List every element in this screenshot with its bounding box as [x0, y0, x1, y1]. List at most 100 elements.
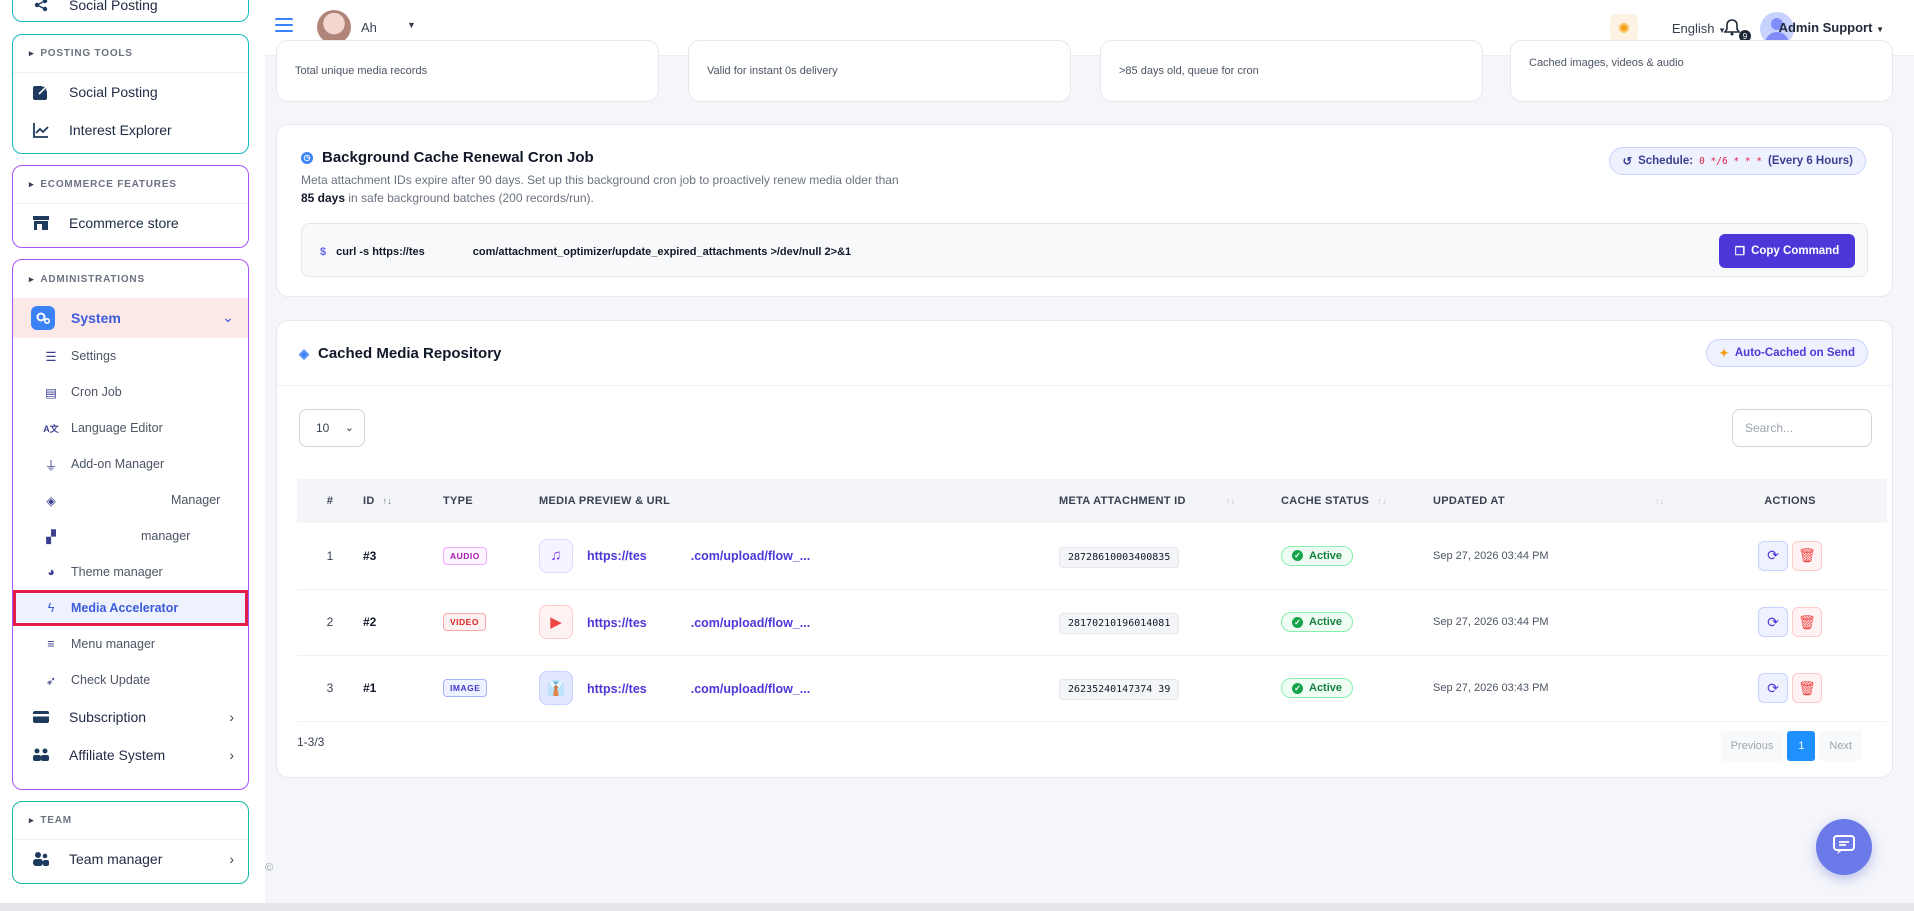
- clock-icon: ◷: [301, 151, 313, 164]
- stat-card-valid: Valid for instant 0s delivery: [688, 40, 1071, 102]
- user-name[interactable]: Ah: [361, 20, 377, 35]
- cron-command[interactable]: $ curl -s https://tes com/attachment_optim…: [320, 243, 851, 258]
- row-number: 1: [297, 523, 363, 590]
- col-cache-status[interactable]: CACHE STATUS ↑↓: [1281, 479, 1433, 523]
- type-badge: AUDIO: [443, 546, 487, 565]
- row-id: #1: [363, 655, 443, 722]
- sidebar-subitem-manager[interactable]: ◈ Manager: [13, 482, 248, 518]
- actions-cell: ⟳ 🗑: [1693, 589, 1887, 656]
- sidebar-item-team-manager[interactable]: Team manager ›: [13, 840, 248, 878]
- page-size-select[interactable]: 10 ⌄: [299, 409, 365, 447]
- status-badge: ✓ Active: [1281, 545, 1354, 566]
- updated-at: Sep 27, 2026 03:43 PM: [1433, 655, 1693, 722]
- repository-title: ◈ Cached Media Repository: [299, 345, 502, 362]
- layers-icon: ◈: [46, 493, 56, 508]
- cron-title: ◷ Background Cache Renewal Cron Job: [301, 149, 594, 166]
- sidebar-subitem-cron-job[interactable]: ▤ Cron Job: [13, 374, 248, 410]
- sidebar-item-social-posting-top[interactable]: Social Posting: [13, 0, 248, 17]
- bottom-strip: [0, 903, 1914, 911]
- redacted-text: [646, 548, 691, 561]
- check-circle-icon: ✓: [1292, 682, 1303, 694]
- sort-icon: ↑↓: [1654, 496, 1665, 506]
- sidebar-item-interest-explorer[interactable]: Interest Explorer: [13, 111, 248, 149]
- footer: ©: [265, 862, 274, 874]
- col-number[interactable]: #: [297, 479, 363, 523]
- dollar-icon: $: [320, 246, 327, 258]
- media-cell: 👔 https://tes .com/upload/flow_...: [539, 655, 1059, 722]
- delete-button[interactable]: 🗑: [1792, 607, 1822, 637]
- history-icon: ↺: [1622, 156, 1633, 168]
- triangle-icon: ▸: [29, 815, 35, 825]
- avatar[interactable]: [317, 10, 351, 44]
- delete-button[interactable]: 🗑: [1792, 540, 1822, 571]
- sidebar-subitem-manager-2[interactable]: ▞ manager: [13, 518, 248, 554]
- caret-down-icon[interactable]: ▼: [407, 20, 416, 30]
- meta-id-cell: 28170210196014081: [1059, 589, 1281, 656]
- chat-button[interactable]: [1816, 819, 1872, 875]
- media-url-link[interactable]: https://tes .com/upload/flow_...: [587, 680, 810, 696]
- copy-command-button[interactable]: ❐ Copy Command: [1719, 234, 1855, 268]
- redacted-text: [424, 243, 473, 255]
- next-page-button[interactable]: Next: [1819, 731, 1862, 761]
- palette-icon: ◕: [47, 565, 55, 579]
- language-selector[interactable]: English ▼: [1672, 21, 1726, 36]
- triangle-icon: ▸: [29, 273, 35, 284]
- previous-page-button[interactable]: Previous: [1720, 731, 1784, 761]
- type-cell: AUDIO: [443, 523, 539, 590]
- delete-button[interactable]: 🗑: [1792, 673, 1822, 703]
- type-cell: VIDEO: [443, 589, 539, 656]
- col-type[interactable]: TYPE: [443, 479, 539, 523]
- bars-icon: ≡: [47, 637, 55, 651]
- admin-menu[interactable]: Admin Support ▼: [1779, 20, 1884, 35]
- plug-icon: ⏚: [44, 458, 58, 473]
- sidebar-subitem-settings[interactable]: ☰ Settings: [13, 338, 248, 374]
- search-input[interactable]: Search...: [1732, 409, 1872, 447]
- redacted-text: [71, 494, 171, 506]
- sidebar-subitem-theme-manager[interactable]: ◕ Theme manager: [13, 554, 248, 590]
- sidebar-item-subscription[interactable]: Subscription ›: [13, 698, 248, 736]
- sidebar-subitem-media-accelerator[interactable]: ϟ Media Accelerator: [13, 590, 248, 626]
- media-cell: ▶ https://tes .com/upload/flow_...: [539, 589, 1059, 656]
- credit-card-icon: [31, 707, 51, 727]
- sort-icon: ↑↓: [1377, 496, 1387, 506]
- col-media[interactable]: MEDIA PREVIEW & URL: [539, 479, 1059, 523]
- music-icon[interactable]: ♫: [539, 538, 573, 573]
- refresh-button[interactable]: ⟳: [1758, 540, 1788, 571]
- type-badge: IMAGE: [443, 679, 488, 697]
- sidebar-item-social-posting[interactable]: Social Posting: [13, 73, 248, 111]
- meta-attachment-id: 26235240147374 39: [1059, 679, 1180, 700]
- table-row: 3 #1 IMAGE 👔 https://tes .com/upload/flow_…: [297, 655, 1887, 722]
- actions-cell: ⟳ 🗑: [1693, 655, 1887, 722]
- chevron-down-icon: ⌄: [222, 309, 234, 325]
- group-header: ▸ ADMINISTRATIONS: [29, 273, 145, 285]
- media-url-link[interactable]: https://tes .com/upload/flow_...: [587, 548, 810, 563]
- redacted-text: [646, 680, 691, 693]
- refresh-button[interactable]: ⟳: [1758, 673, 1788, 703]
- refresh-button[interactable]: ⟳: [1758, 607, 1788, 637]
- media-url-link[interactable]: https://tes .com/upload/flow_...: [587, 614, 810, 630]
- page-1-button[interactable]: 1: [1787, 731, 1816, 761]
- chevron-right-icon: ›: [229, 851, 234, 867]
- sidebar-item-affiliate-system[interactable]: Affiliate System ›: [13, 736, 248, 774]
- col-actions: ACTIONS: [1764, 495, 1816, 507]
- status-cell: ✓ Active: [1281, 589, 1433, 656]
- caret-down-icon: ▼: [1876, 25, 1884, 34]
- type-cell: IMAGE: [443, 655, 539, 722]
- media-table: # ID ↑↓ TYPE MEDIA PREVIEW & URL META ATT…: [297, 479, 1887, 722]
- col-meta-id[interactable]: META ATTACHMENT ID ↑↓: [1059, 479, 1281, 523]
- sidebar-subitem-addon-manager[interactable]: ⏚ Add-on Manager: [13, 446, 248, 482]
- col-updated[interactable]: UPDATED AT ↑↓: [1433, 479, 1693, 523]
- sidebar-subitem-language-editor[interactable]: A文 Language Editor: [13, 410, 248, 446]
- sidebar-item-label: Social Posting: [69, 0, 158, 13]
- col-id[interactable]: ID ↑↓: [363, 479, 443, 523]
- hamburger-menu-icon[interactable]: [275, 18, 293, 34]
- sidebar-subitem-check-update[interactable]: ➶ Check Update: [13, 662, 248, 698]
- video-icon[interactable]: ▶: [539, 605, 573, 639]
- sidebar: Social Posting ▸ POSTING TOOLS Social Pos…: [0, 0, 265, 911]
- sidebar-item-system[interactable]: System ⌄: [13, 298, 248, 338]
- sun-icon[interactable]: ✺: [1610, 14, 1638, 42]
- chart-line-icon: [31, 120, 51, 140]
- sidebar-item-ecommerce-store[interactable]: Ecommerce store: [13, 204, 248, 242]
- image-thumbnail[interactable]: 👔: [539, 671, 573, 705]
- sidebar-subitem-menu-manager[interactable]: ≡ Menu manager: [13, 626, 248, 662]
